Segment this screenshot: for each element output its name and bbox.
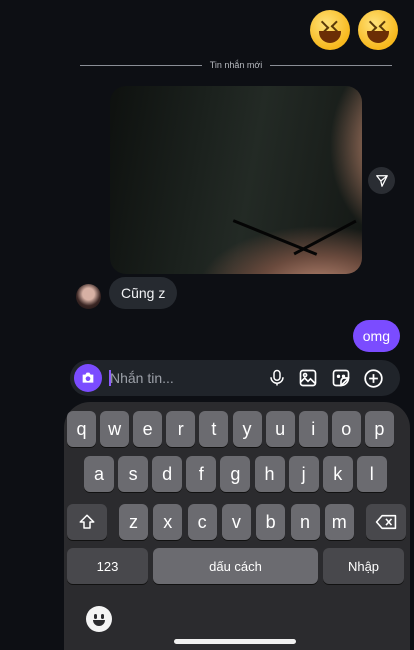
divider-line [270, 64, 392, 66]
shared-photo[interactable] [110, 86, 362, 274]
share-button[interactable] [368, 167, 395, 194]
key-n[interactable]: n [290, 504, 320, 540]
key-v[interactable]: v [221, 504, 251, 540]
received-message-text: Cũng z [121, 285, 166, 301]
sticker-icon [332, 369, 350, 387]
sent-message-bubble[interactable]: omg [352, 320, 400, 352]
key-u[interactable]: u [265, 411, 295, 447]
message-composer [70, 360, 400, 396]
send-icon [375, 174, 388, 187]
home-indicator [174, 639, 296, 644]
microphone-button[interactable] [266, 367, 288, 389]
key-h[interactable]: h [254, 456, 285, 492]
key-s[interactable]: s [118, 456, 149, 492]
key-p[interactable]: p [364, 411, 394, 447]
key-e[interactable]: e [133, 411, 163, 447]
key-d[interactable]: d [152, 456, 183, 492]
reaction-emojis [310, 10, 398, 50]
gallery-icon [299, 369, 317, 387]
key-a[interactable]: a [84, 456, 114, 492]
key-g[interactable]: g [220, 456, 251, 492]
more-options-button[interactable] [362, 367, 384, 389]
emoji-keyboard-icon[interactable] [86, 606, 112, 632]
new-messages-divider: Tin nhắn mới [80, 60, 392, 70]
plus-icon [363, 368, 383, 388]
key-m[interactable]: m [324, 504, 354, 540]
numbers-key[interactable]: 123 [67, 548, 148, 584]
sent-message-text: omg [362, 328, 390, 344]
laughing-emoji-icon[interactable] [310, 10, 350, 50]
return-key[interactable]: Nhập [323, 548, 404, 584]
chat-screen: Tin nhắn mới Cũng z omg qwer [0, 0, 414, 650]
divider-line [80, 64, 202, 66]
new-messages-label: Tin nhắn mới [209, 60, 263, 70]
key-l[interactable]: l [356, 456, 387, 492]
backspace-icon [375, 514, 397, 530]
key-x[interactable]: x [153, 504, 183, 540]
key-w[interactable]: w [100, 411, 130, 447]
key-c[interactable]: c [187, 504, 217, 540]
key-z[interactable]: z [119, 504, 148, 540]
key-y[interactable]: y [232, 411, 262, 447]
message-input[interactable] [110, 360, 260, 396]
backspace-key[interactable] [366, 504, 406, 540]
microphone-icon [270, 369, 284, 386]
gallery-button[interactable] [297, 367, 319, 389]
shift-icon [79, 514, 95, 529]
space-key[interactable]: dấu cách [153, 548, 318, 584]
key-i[interactable]: i [298, 411, 328, 447]
key-k[interactable]: k [322, 456, 353, 492]
received-message-bubble[interactable]: Cũng z [109, 277, 178, 309]
shift-key[interactable] [67, 504, 107, 540]
key-o[interactable]: o [331, 411, 361, 447]
key-f[interactable]: f [186, 456, 217, 492]
laughing-emoji-icon[interactable] [358, 10, 398, 50]
key-t[interactable]: t [199, 411, 229, 447]
sticker-button[interactable] [330, 367, 352, 389]
camera-icon [82, 372, 94, 383]
key-r[interactable]: r [166, 411, 196, 447]
sender-avatar[interactable] [76, 284, 101, 309]
onscreen-keyboard: qwertyuiop asdfghjkl zxcvbnm 123 dấu các… [64, 402, 410, 650]
key-q[interactable]: q [67, 411, 96, 447]
key-b[interactable]: b [256, 504, 286, 540]
camera-button[interactable] [74, 364, 102, 392]
photo-detail [232, 219, 318, 256]
key-j[interactable]: j [288, 456, 319, 492]
